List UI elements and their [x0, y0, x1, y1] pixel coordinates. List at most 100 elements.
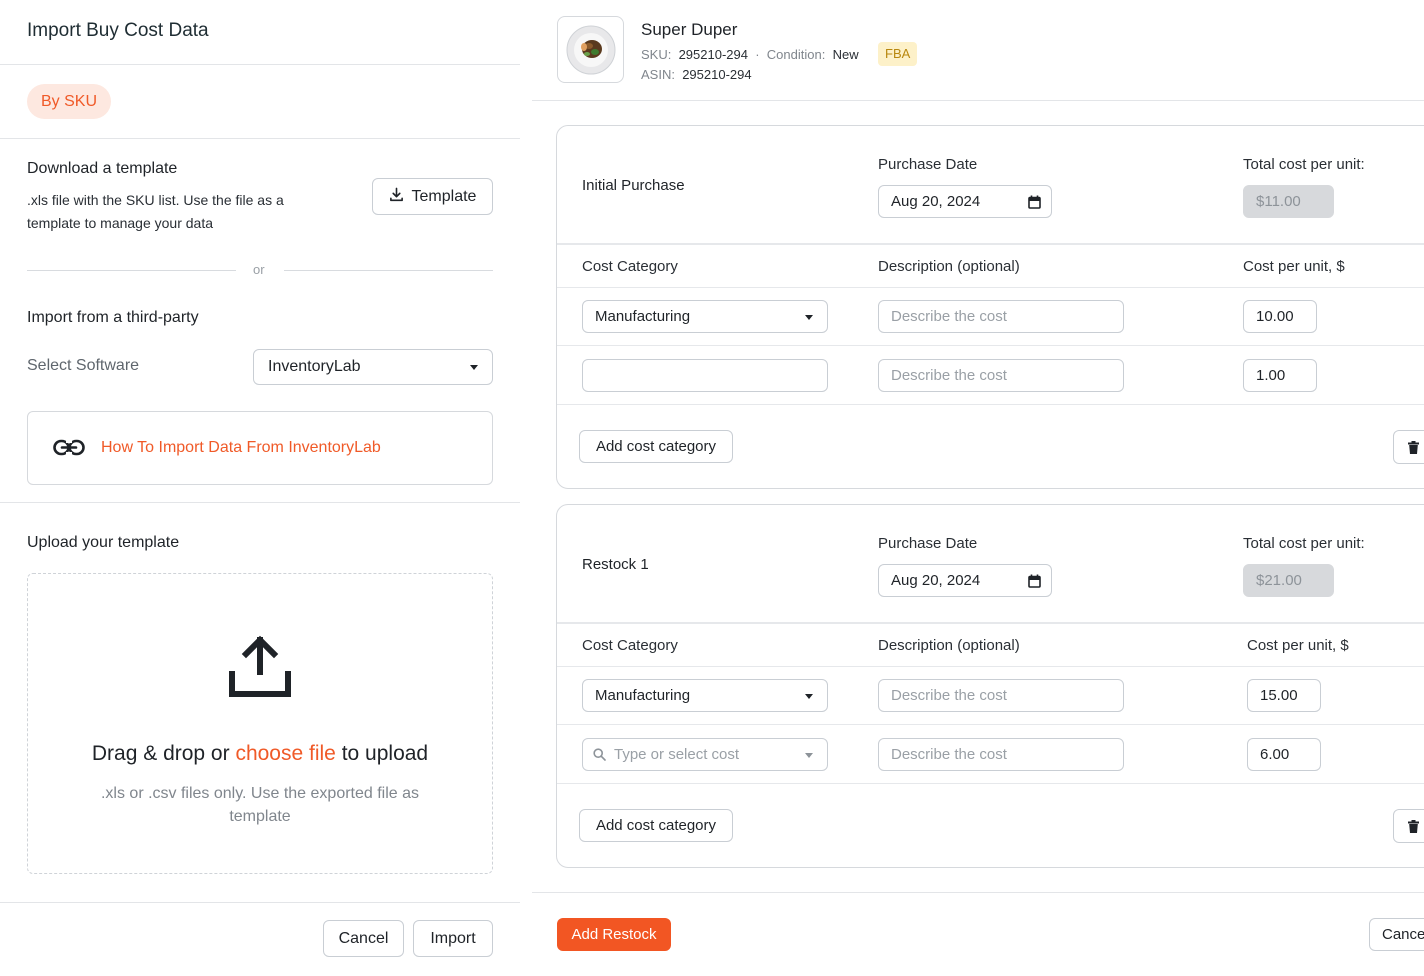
purchase-card-restock: Restock 1 Purchase Date Aug 20, 2024 Tot…	[556, 504, 1424, 868]
sku-label: SKU:	[641, 47, 672, 62]
help-link[interactable]: How To Import Data From InventoryLab	[101, 439, 381, 457]
description-input[interactable]: Describe the cost	[878, 359, 1124, 392]
divider	[532, 100, 1424, 101]
cost-category-select[interactable]: Manufacturing	[582, 679, 828, 712]
chevron-down-icon	[470, 365, 478, 370]
choose-file-link[interactable]: choose file	[235, 742, 335, 765]
upload-hint-line2: template	[229, 808, 291, 825]
upload-instruction-text: Drag & drop or	[91, 742, 236, 765]
third-party-heading: Import from a third-party	[27, 309, 199, 326]
description-input[interactable]: Describe the cost	[878, 738, 1124, 771]
condition-value: New	[832, 47, 859, 62]
cancel-button[interactable]: Cance	[1369, 918, 1424, 951]
upload-hint: .xls or .csv files only. Use the exporte…	[60, 782, 460, 828]
divider	[557, 666, 1424, 667]
upload-heading: Upload your template	[27, 534, 180, 551]
description-input[interactable]: Describe the cost	[878, 679, 1124, 712]
cancel-button[interactable]: Cancel	[323, 920, 404, 957]
chevron-down-icon	[805, 693, 813, 699]
template-button[interactable]: Template	[372, 178, 493, 215]
delete-restock-button[interactable]	[1393, 809, 1424, 843]
food-plate-image	[566, 25, 615, 74]
template-button-label: Template	[411, 187, 477, 205]
col-header-category: Cost Category	[582, 637, 678, 654]
product-sku: SKU: 295210-294 · Condition: New	[641, 47, 859, 62]
panel-title: Import Buy Cost Data	[27, 20, 209, 41]
add-cost-category-button[interactable]: Add cost category	[579, 430, 733, 463]
cost-category-combobox[interactable]: Type or select cost	[582, 738, 828, 771]
add-restock-button[interactable]: Add Restock	[557, 918, 671, 951]
cost-per-unit-input[interactable]: 10.00	[1243, 300, 1317, 333]
purchase-date-input[interactable]: Aug 20, 2024	[878, 185, 1052, 218]
purchase-date-input[interactable]: Aug 20, 2024	[878, 564, 1052, 597]
cost-editor-panel: Super Duper SKU: 295210-294 · Condition:…	[532, 0, 1424, 976]
col-header-category: Cost Category	[582, 258, 678, 275]
sku-value: 295210-294	[678, 47, 748, 62]
chevron-down-icon	[805, 314, 813, 320]
import-button[interactable]: Import	[413, 920, 493, 957]
select-software-label: Select Software	[27, 357, 140, 374]
or-label: or	[253, 262, 265, 277]
download-desc-line1: .xls file with the SKU list. Use the fil…	[27, 192, 284, 208]
or-divider-left	[27, 270, 236, 271]
search-icon	[593, 748, 606, 761]
divider	[0, 502, 520, 503]
tab-by-sku[interactable]: By SKU	[27, 84, 112, 119]
or-divider-right	[284, 270, 493, 271]
total-cost-label: Total cost per unit:	[1243, 535, 1365, 552]
cost-per-unit-input[interactable]: 1.00	[1243, 359, 1317, 392]
col-header-description: Description (optional)	[878, 258, 1020, 275]
upload-instruction: Drag & drop or choose file to upload	[27, 742, 493, 766]
card-title: Initial Purchase	[582, 177, 685, 194]
cost-per-unit-input[interactable]: 6.00	[1247, 738, 1321, 771]
cost-category-placeholder: Type or select cost	[614, 746, 740, 763]
calendar-icon	[1028, 195, 1041, 209]
upload-hint-line1: .xls or .csv files only. Use the exporte…	[100, 785, 420, 802]
trash-icon	[1407, 440, 1419, 454]
divider	[557, 622, 1424, 624]
col-header-cost: Cost per unit, $	[1247, 637, 1349, 654]
cost-category-select[interactable]: Manufacturing	[582, 300, 828, 333]
divider	[557, 287, 1424, 288]
col-header-cost: Cost per unit, $	[1243, 258, 1345, 275]
purchase-card-initial: Initial Purchase Purchase Date Aug 20, 2…	[556, 125, 1424, 489]
software-select-value: InventoryLab	[268, 358, 361, 375]
upload-dropzone[interactable]	[27, 573, 493, 874]
divider	[557, 783, 1424, 784]
divider	[557, 404, 1424, 405]
divider	[557, 243, 1424, 245]
download-icon	[389, 187, 404, 207]
chevron-down-icon	[805, 752, 813, 758]
asin-value: 295210-294	[682, 67, 752, 82]
add-cost-category-button[interactable]: Add cost category	[579, 809, 733, 842]
download-desc-line2: template to manage your data	[27, 215, 214, 231]
product-name: Super Duper	[641, 20, 738, 39]
fba-badge: FBA	[878, 42, 918, 66]
product-asin: ASIN: 295210-294	[641, 67, 752, 82]
asin-label: ASIN:	[641, 67, 675, 82]
cost-per-unit-input[interactable]: 15.00	[1247, 679, 1321, 712]
cost-category-select[interactable]	[582, 359, 828, 392]
divider	[0, 902, 520, 903]
total-cost-value: $21.00	[1243, 564, 1334, 597]
download-heading: Download a template	[27, 160, 178, 177]
cost-category-value: Manufacturing	[595, 308, 691, 325]
cost-category-value: Manufacturing	[595, 687, 691, 704]
divider	[0, 64, 520, 65]
total-cost-label: Total cost per unit:	[1243, 156, 1365, 173]
import-panel: Import Buy Cost Data By SKU Download a t…	[0, 0, 520, 976]
link-icon	[53, 439, 85, 462]
software-select[interactable]: InventoryLab	[253, 349, 493, 385]
condition-label: Condition:	[766, 47, 826, 62]
purchase-date-value: Aug 20, 2024	[891, 193, 981, 210]
delete-purchase-button[interactable]	[1393, 430, 1424, 464]
upload-instruction-text: to upload	[335, 742, 429, 765]
total-cost-value: $11.00	[1243, 185, 1334, 218]
upload-icon	[228, 634, 292, 703]
calendar-icon	[1028, 574, 1041, 588]
col-header-description: Description (optional)	[878, 637, 1020, 654]
divider	[532, 892, 1424, 893]
purchase-date-label: Purchase Date	[878, 535, 978, 552]
description-input[interactable]: Describe the cost	[878, 300, 1124, 333]
divider	[557, 345, 1424, 346]
